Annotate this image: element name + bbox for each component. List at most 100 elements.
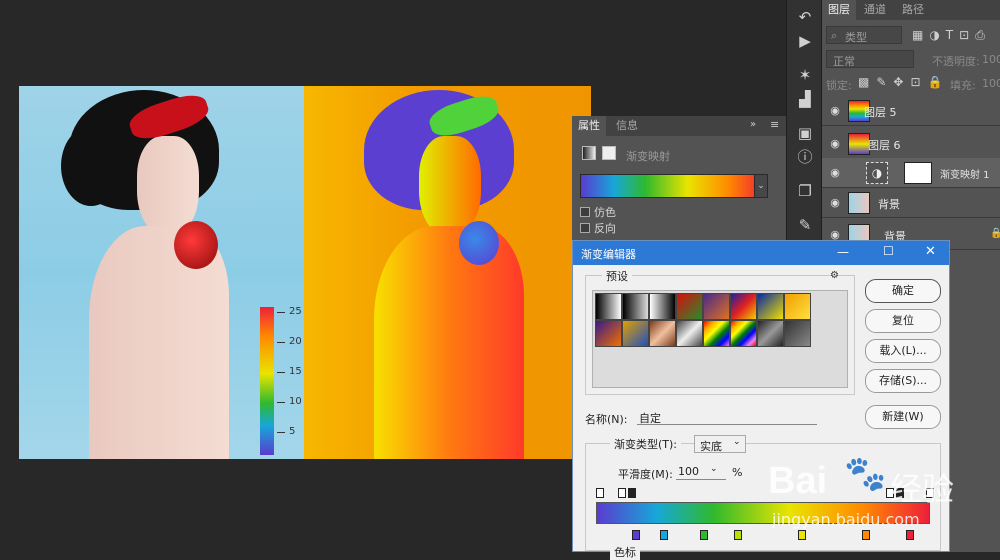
adjustment-type-icon	[582, 146, 596, 160]
blend-mode-dropdown[interactable]: 正常	[826, 50, 914, 68]
tab-layers[interactable]: 图层	[822, 0, 856, 20]
tab-info[interactable]: 信息	[610, 116, 644, 136]
preset-swatch[interactable]	[703, 293, 730, 320]
new-button[interactable]: 新建(W)	[865, 405, 941, 429]
histogram-icon[interactable]: ▟	[794, 88, 816, 110]
layer-row[interactable]: ◉ 背景	[822, 188, 1000, 218]
gradient-preview-bar[interactable]	[580, 174, 766, 198]
legend-tick	[277, 372, 285, 373]
preset-swatch[interactable]	[703, 320, 730, 347]
collapse-icon[interactable]: »	[750, 119, 756, 130]
name-input[interactable]: 自定	[637, 407, 817, 425]
dither-checkbox[interactable]	[580, 207, 590, 217]
legend-label-15: 15	[289, 366, 302, 377]
save-button[interactable]: 存储(S)...	[865, 369, 941, 393]
preset-swatch[interactable]	[595, 320, 622, 347]
legend-label-5: 5	[289, 426, 296, 437]
name-value: 自定	[639, 412, 661, 425]
dialog-titlebar[interactable]: 渐变编辑器 — ☐ ✕	[573, 241, 949, 265]
filter-icons[interactable]: ▦◑T⊡⎙	[912, 28, 991, 43]
preset-swatch[interactable]	[622, 320, 649, 347]
layer-mask-thumbnail	[904, 162, 932, 184]
tab-paths[interactable]: 路径	[896, 0, 930, 20]
preset-swatch[interactable]	[676, 320, 703, 347]
load-button[interactable]: 载入(L)...	[865, 339, 941, 363]
document-canvas[interactable]: 25 20 15 10 5	[19, 86, 591, 459]
preset-swatch[interactable]	[595, 293, 622, 320]
gradient-type-label: 渐变类型(T):	[610, 436, 682, 452]
smoothness-label: 平滑度(M):	[618, 468, 673, 481]
watermark-url: jingyan.baidu.com	[772, 510, 920, 529]
legend-label-20: 20	[289, 336, 302, 347]
reverse-label: 反向	[594, 222, 616, 235]
preset-swatch[interactable]	[757, 293, 784, 320]
eye-icon[interactable]: ◉	[828, 166, 842, 180]
blend-mode-value: 正常	[833, 55, 855, 68]
lock-icons[interactable]: ▩✎✥⊡🔒	[858, 75, 949, 89]
layer-thumbnail	[848, 133, 870, 155]
preset-swatch[interactable]	[784, 293, 811, 320]
color-stop[interactable]	[700, 530, 708, 540]
paw-icon: 🐾	[844, 454, 887, 494]
gear-icon[interactable]: ⚙	[830, 270, 839, 281]
eye-icon[interactable]: ◉	[828, 137, 842, 151]
close-icon[interactable]: ✕	[925, 244, 936, 259]
mask-icon[interactable]	[602, 146, 616, 160]
reverse-checkbox[interactable]	[580, 223, 590, 233]
menu-icon[interactable]: ≡	[770, 118, 779, 131]
layer-row[interactable]: ◉ ◑ 渐变映射 1	[822, 158, 1000, 188]
maximize-icon[interactable]: ☐	[883, 244, 894, 258]
lock-label: 锁定:	[826, 79, 852, 92]
fill-value[interactable]: 100	[982, 77, 1000, 90]
layer-row[interactable]: ◉ 图层 5	[822, 96, 1000, 126]
layer-filter-dropdown[interactable]: ⌕ 类型	[826, 26, 902, 44]
filter-search-icon: ⌕	[831, 29, 838, 42]
layer-row[interactable]: ◉ 图层 6	[822, 129, 1000, 159]
reverse-checkbox-row[interactable]: 反向	[580, 220, 616, 236]
history-icon[interactable]: ↶	[794, 6, 816, 28]
dither-checkbox-row[interactable]: 仿色	[580, 204, 616, 220]
legend-tick	[277, 402, 285, 403]
preset-swatch[interactable]	[784, 320, 811, 347]
gradient-type-select[interactable]: 实底 ⌄	[694, 435, 746, 453]
minimize-icon[interactable]: —	[837, 245, 849, 259]
opacity-stop[interactable]	[596, 488, 604, 498]
color-stop[interactable]	[660, 530, 668, 540]
heat-legend-bar	[260, 307, 274, 455]
preset-swatch[interactable]	[730, 293, 757, 320]
tab-properties[interactable]: 属性	[572, 116, 606, 136]
filter-placeholder: 类型	[845, 31, 867, 44]
preset-swatch[interactable]	[676, 293, 703, 320]
reset-button[interactable]: 复位	[865, 309, 941, 333]
color-stop[interactable]	[632, 530, 640, 540]
eye-icon[interactable]: ◉	[828, 196, 842, 210]
properties-icon[interactable]: ▣	[794, 122, 816, 144]
layers-tabbar: 图层 通道 路径	[822, 0, 1000, 20]
opacity-label: 不透明度:	[932, 55, 980, 68]
layers-icon[interactable]: ❐	[794, 180, 816, 202]
opacity-stop[interactable]	[628, 488, 636, 498]
preset-swatch[interactable]	[730, 320, 757, 347]
preset-swatch[interactable]	[622, 293, 649, 320]
preset-swatch[interactable]	[649, 320, 676, 347]
play-icon[interactable]: ▶	[794, 30, 816, 52]
chevron-down-icon[interactable]: ⌄	[754, 174, 768, 198]
smoothness-input[interactable]: 100 ⌄	[676, 464, 726, 480]
mapped-apple	[459, 221, 499, 265]
preset-swatch[interactable]	[757, 320, 784, 347]
info-icon[interactable]: ⓘ	[794, 146, 816, 168]
eye-icon[interactable]: ◉	[828, 104, 842, 118]
stops-label: 色标	[610, 544, 640, 560]
ok-button[interactable]: 确定	[865, 279, 941, 303]
brush-icon[interactable]: ✎	[794, 214, 816, 236]
tab-channels[interactable]: 通道	[858, 0, 892, 20]
watermark-brand: Bai	[768, 460, 828, 502]
brightness-icon[interactable]: ✶	[794, 64, 816, 86]
opacity-stop[interactable]	[618, 488, 626, 498]
gradient-mapped-photo	[304, 86, 591, 459]
color-stop[interactable]	[734, 530, 742, 540]
opacity-value[interactable]: 100	[982, 53, 1000, 66]
mapped-face	[419, 136, 481, 236]
dialog-title: 渐变编辑器	[581, 248, 636, 261]
preset-swatch[interactable]	[649, 293, 676, 320]
